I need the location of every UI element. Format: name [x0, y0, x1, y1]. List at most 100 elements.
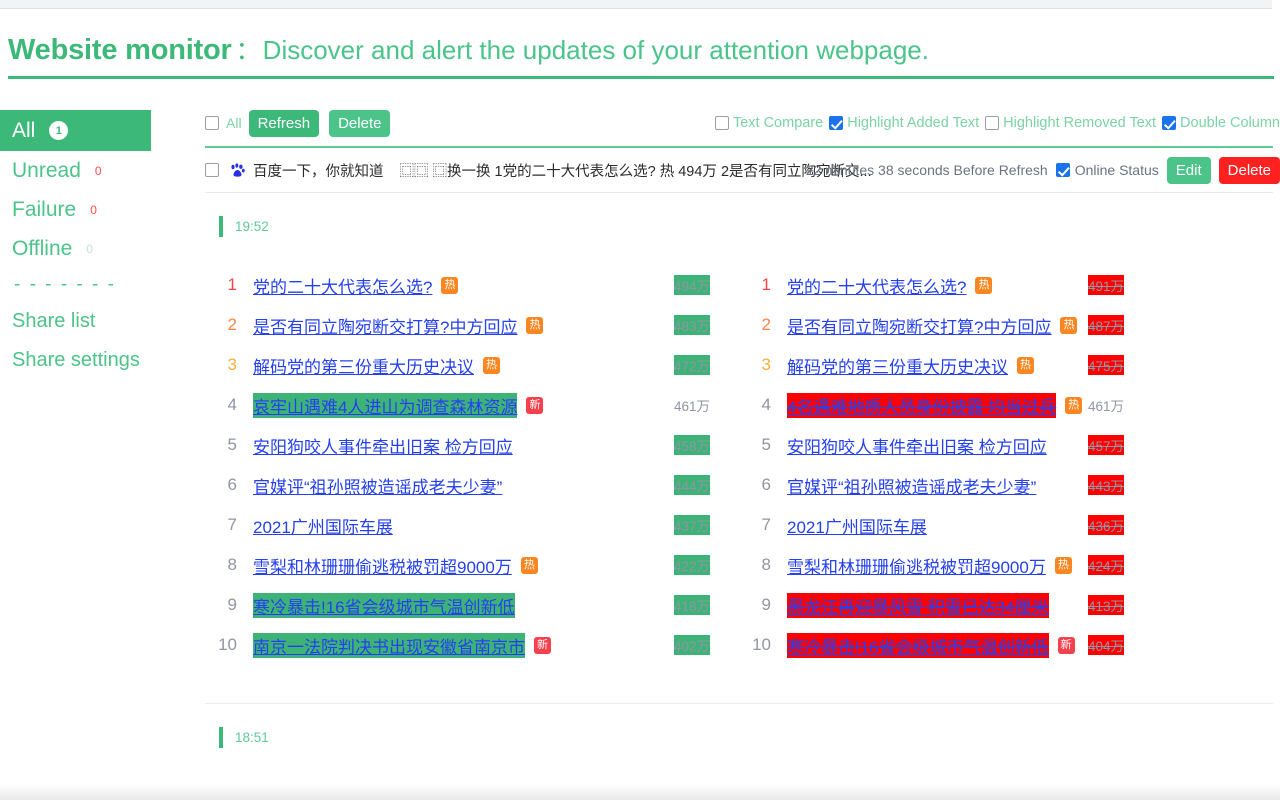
double-column-checkbox[interactable] — [1162, 116, 1177, 130]
hot-search-title[interactable]: 雪梨和林珊珊偷逃税被罚超9000万 — [787, 553, 1046, 578]
select-all-checkbox[interactable] — [205, 116, 219, 130]
hot-search-title[interactable]: 解码党的第三份重大历史决议 — [787, 353, 1008, 378]
hot-search-rank: 3 — [227, 355, 237, 374]
sidebar-item-share-settings[interactable]: Share settings — [0, 341, 195, 380]
hot-search-rank: 9 — [761, 595, 771, 614]
sidebar-item-all-badge: 1 — [49, 121, 69, 140]
hot-search-row: 2 是否有同立陶宛断交打算?中方回应热 487万 — [739, 305, 1273, 345]
snapshot-time-header-2: 18:51 — [219, 726, 1280, 748]
text-compare-checkbox[interactable] — [714, 116, 729, 130]
hot-search-title[interactable]: 黑龙江再迎暴风雪 积雪已达34厘米 — [787, 592, 1049, 618]
hot-search-row: 9 黑龙江再迎暴风雪 积雪已达34厘米 413万 — [739, 585, 1273, 625]
hot-search-row: 3 解码党的第三份重大历史决议热 472万 — [205, 345, 739, 385]
hot-badge-icon: 热 — [975, 276, 993, 294]
hot-search-title[interactable]: 哀牢山遇难4人进山为调查森林资源 — [253, 392, 518, 418]
refresh-countdown: 22 minutes 38 seconds Before Refresh — [805, 162, 1048, 178]
hot-search-title[interactable]: 党的二十大代表怎么选? — [253, 273, 432, 298]
option-double-column-label: Double Column — [1180, 115, 1280, 131]
hot-search-rank: 2 — [761, 315, 771, 334]
hot-search-title[interactable]: 2021广州国际车展 — [253, 513, 393, 538]
site-delete-button[interactable]: Delete — [1218, 156, 1280, 184]
hot-search-count: 404万 — [1088, 635, 1125, 655]
online-status-toggle[interactable]: Online Status — [1055, 162, 1159, 178]
main-panel: All Refresh Delete Text Compare Highligh… — [205, 108, 1280, 748]
edit-button[interactable]: Edit — [1166, 156, 1211, 184]
page-title: Website monitor ：Discover and alert the u… — [0, 24, 1280, 81]
hot-search-rank: 8 — [761, 555, 771, 574]
hot-search-title[interactable]: 官媒评“祖孙照被造谣成老夫少妻” — [787, 473, 1036, 498]
hot-search-count: 424万 — [1088, 555, 1125, 575]
site-select-checkbox[interactable] — [205, 163, 219, 177]
hot-search-count: 461万 — [1088, 399, 1125, 414]
online-status-checkbox[interactable] — [1055, 163, 1070, 177]
hot-search-title[interactable]: 党的二十大代表怎么选? — [787, 273, 966, 298]
sidebar-item-failure-count: 0 — [90, 202, 97, 217]
hot-search-row: 4 哀牢山遇难4人进山为调查森林资源新 461万 — [205, 385, 739, 425]
page-title-subtitle: Discover and alert the updates of your a… — [262, 35, 929, 65]
hot-badge-icon: 热 — [483, 356, 500, 374]
sidebar-item-failure[interactable]: Failure 0 — [0, 190, 195, 229]
hot-search-title[interactable]: 4名遇难地质人员身份披露 均当过兵 — [787, 392, 1057, 418]
hot-search-title[interactable]: 是否有同立陶宛断交打算?中方回应 — [787, 313, 1051, 338]
hot-search-row: 3 解码党的第三份重大历史决议热 475万 — [739, 345, 1273, 385]
page-header: Website monitor ：Discover and alert the u… — [0, 24, 1280, 81]
site-title[interactable]: 百度一下，你就知道 — [253, 160, 384, 181]
delete-selected-button[interactable]: Delete — [329, 109, 391, 137]
hot-search-row: 10 南京一法院判决书出现安徽省南京市新 402万 — [205, 625, 739, 665]
option-highlight-added[interactable]: Highlight Added Text — [829, 115, 979, 131]
hot-search-row: 5 安阳狗咬人事件牵出旧案 检方回应 457万 — [739, 425, 1273, 465]
hot-search-rank: 6 — [227, 475, 237, 494]
page-bottom-fade — [0, 784, 1280, 800]
hot-search-rank: 1 — [761, 275, 771, 294]
sidebar-item-unread[interactable]: Unread 0 — [0, 151, 195, 190]
snapshot-column-left: 1 党的二十大代表怎么选? 热 494万 2 是否有同立陶宛断交打算?中方回应热 483万… — [205, 265, 739, 665]
compare-options: Text Compare Highlight Added Text Highli… — [714, 108, 1280, 138]
hot-search-count: 458万 — [674, 435, 711, 455]
hot-badge-icon: 热 — [1054, 556, 1072, 574]
option-text-compare[interactable]: Text Compare — [714, 115, 824, 131]
hot-search-row: 2 是否有同立陶宛断交打算?中方回应热 483万 — [205, 305, 739, 345]
hot-search-title[interactable]: 雪梨和林珊珊偷逃税被罚超9000万 — [253, 553, 512, 578]
hot-search-rank: 5 — [227, 435, 237, 454]
hot-search-title[interactable]: 解码党的第三份重大历史决议 — [253, 353, 474, 378]
option-text-compare-label: Text Compare — [732, 115, 824, 131]
sidebar-item-offline[interactable]: Offline 0 — [0, 229, 195, 268]
hot-search-row: 7 2021广州国际车展 436万 — [739, 505, 1273, 545]
hot-search-title[interactable]: 南京一法院判决书出现安徽省南京市 — [253, 632, 525, 658]
hot-search-rank: 7 — [227, 515, 237, 534]
option-highlight-removed[interactable]: Highlight Removed Text — [985, 115, 1156, 131]
hot-search-count: 472万 — [674, 355, 711, 375]
hot-search-title[interactable]: 是否有同立陶宛断交打算?中方回应 — [253, 313, 517, 338]
new-badge-icon: 新 — [526, 396, 544, 414]
sidebar-item-all-label: All — [12, 118, 36, 142]
sidebar-item-share-list[interactable]: Share list — [0, 302, 195, 341]
highlight-removed-checkbox[interactable] — [985, 116, 1000, 130]
sidebar-divider: - - - - - - - — [14, 274, 116, 295]
hot-badge-icon: 热 — [1017, 356, 1034, 374]
hot-search-count: 436万 — [1088, 515, 1125, 535]
highlight-added-checkbox[interactable] — [829, 116, 844, 130]
option-double-column[interactable]: Double Column — [1162, 115, 1280, 131]
hot-search-rank: 9 — [227, 595, 237, 614]
snapshot-column-right: 1 党的二十大代表怎么选? 热 491万 2 是否有同立陶宛断交打算?中方回应热 487万… — [739, 265, 1273, 665]
hot-search-count: 483万 — [674, 315, 711, 335]
hot-search-count: 444万 — [674, 475, 711, 495]
snapshot-time: 19:52 — [235, 218, 269, 234]
hot-search-rank: 6 — [761, 475, 771, 494]
hot-search-row: 8 雪梨和林珊珊偷逃税被罚超9000万热 422万 — [205, 545, 739, 585]
hot-search-rank: 8 — [227, 555, 237, 574]
hot-search-count: 494万 — [674, 275, 711, 295]
sidebar-item-all[interactable]: All 1 — [0, 110, 151, 151]
list-toolbar: All Refresh Delete Text Compare Highligh… — [205, 108, 1280, 138]
hot-search-title[interactable]: 安阳狗咬人事件牵出旧案 检方回应 — [253, 433, 513, 458]
hot-search-title[interactable]: 寒冷暴击!16省会级城市气温创新低 — [253, 592, 515, 618]
hot-search-count: 491万 — [1088, 275, 1125, 295]
comparison-columns: 1 党的二十大代表怎么选? 热 494万 2 是否有同立陶宛断交打算?中方回应热 483万… — [205, 265, 1280, 665]
hot-search-title[interactable]: 2021广州国际车展 — [787, 513, 927, 538]
hot-search-title[interactable]: 官媒评“祖孙照被造谣成老夫少妻” — [253, 473, 502, 498]
hot-search-row: 9 寒冷暴击!16省会级城市气温创新低 418万 — [205, 585, 739, 625]
hot-search-title[interactable]: 安阳狗咬人事件牵出旧案 检方回应 — [787, 433, 1047, 458]
sidebar: All 1 Unread 0 Failure 0 Offline 0 - - -… — [0, 110, 195, 380]
hot-search-title[interactable]: 寒冷暴击!16省会级城市气温创新低 — [787, 632, 1049, 658]
refresh-button[interactable]: Refresh — [248, 109, 320, 137]
